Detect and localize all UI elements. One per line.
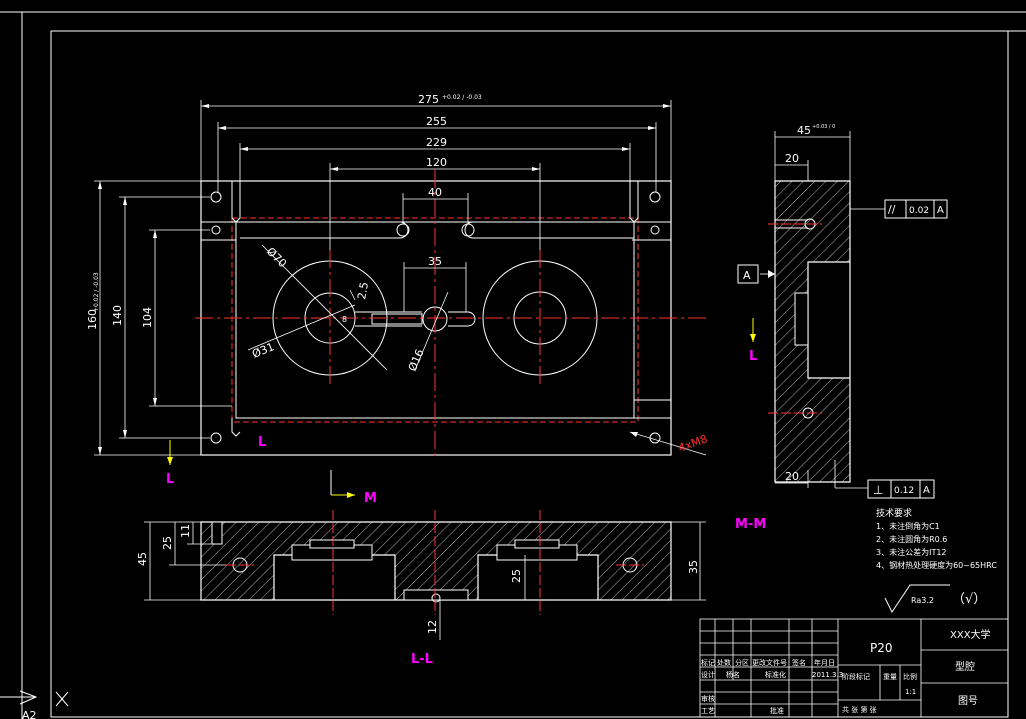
perp-value: 0.12 <box>894 486 914 496</box>
section-l-label: L <box>258 435 266 450</box>
dim-inner-width: 255 <box>426 115 447 128</box>
dim-rail-height: 104 <box>141 307 154 328</box>
tb-part-name: 型腔 <box>955 660 975 673</box>
tb-school: XXX大学 <box>950 628 991 641</box>
dim-inner-height: 140 <box>111 305 124 326</box>
parallel-datum: A <box>937 205 944 216</box>
side-dim-thickness: 45 <box>797 124 811 137</box>
dim-overall-width-tol: +0.02 / -0.03 <box>442 94 482 101</box>
roughness-symbol: Ra3.2 （√） <box>884 584 986 613</box>
side-dim-thickness-tol: +0.03 / 0 <box>812 124 835 130</box>
tb-label-stage: 阶段标记 <box>842 672 870 681</box>
front-section-view: 45 25 11 25 35 12 L-L <box>136 510 706 667</box>
tb-label-process: 工艺 <box>701 707 715 715</box>
section-m-label: M <box>364 491 377 506</box>
note-item-1: 1、未注倒角为C1 <box>876 521 940 531</box>
frame-corner-label: A2 <box>22 709 37 719</box>
dim-gate-width: 35 <box>428 255 442 268</box>
front-dim-45: 45 <box>136 552 149 566</box>
tb-label-zone: 分区 <box>735 658 749 667</box>
cad-drawing-canvas: A2 275 +0.02 / -0.03 255 229 120 40 35 1… <box>0 11 1026 719</box>
dim-slot-gap: 40 <box>428 186 442 199</box>
tb-scale-value: 1:1 <box>905 688 916 696</box>
front-dim-25: 25 <box>161 536 174 550</box>
corner-bosses <box>201 181 671 437</box>
dim-25: 2.5 <box>355 281 371 300</box>
tb-label-weight: 重量 <box>883 673 897 681</box>
runner <box>355 306 476 332</box>
front-dim-35: 35 <box>687 560 700 574</box>
datum-a-symbol: A <box>737 264 775 284</box>
side-view: 45 +0.03 / 0 20 20 A // 0.02 A ⊥ 0.12 A <box>735 124 948 532</box>
tb-label-design: 设计 <box>701 670 715 679</box>
side-section-body <box>774 180 851 483</box>
side-dim-top-20: 20 <box>785 152 799 165</box>
tb-label-change-doc: 更改文件号 <box>752 658 787 667</box>
tb-label-sign: 签名 <box>792 658 806 667</box>
front-section-body <box>200 521 672 601</box>
tb-material: P20 <box>870 641 893 655</box>
front-dim-25-inner: 25 <box>510 569 523 583</box>
perp-symbol: ⊥ <box>873 483 883 497</box>
front-dim-11: 11 <box>179 524 192 538</box>
section-m-marker: M <box>330 470 377 506</box>
dim-center-distance: 120 <box>426 156 447 169</box>
tb-label-review: 审核 <box>701 694 715 703</box>
roughness-check: （√） <box>952 592 986 607</box>
drawing-frame <box>0 11 1026 719</box>
dim-8: 8 <box>342 315 347 324</box>
top-slots <box>240 221 634 239</box>
dim-dia-16: Ø16 <box>406 347 427 373</box>
tb-label-marks: 标记 <box>701 658 715 667</box>
parallel-tolerance-frame: // 0.02 A <box>884 199 948 219</box>
dim-dia-70: Ø70 <box>264 245 289 270</box>
top-view: 275 +0.02 / -0.03 255 229 120 40 35 160 … <box>86 93 710 506</box>
note-item-4: 4、钢材热处理硬度为60~65HRC <box>876 560 997 570</box>
perpendicular-tolerance-frame: ⊥ 0.12 A <box>867 479 935 499</box>
side-dim-bottom-20: 20 <box>785 470 799 483</box>
dim-dia-31: Ø31 <box>250 340 276 361</box>
tb-label-scale: 比例 <box>903 672 917 681</box>
tb-label-count: 处数 <box>717 658 731 667</box>
perp-datum: A <box>923 485 930 496</box>
tb-drawing-no: 图号 <box>958 695 978 707</box>
dim-arrowheads <box>98 104 671 455</box>
center-lines <box>195 170 710 460</box>
note-item-3: 3、未注公差为IT12 <box>876 547 947 557</box>
tb-std-date: 2011.3.3 <box>812 671 843 679</box>
technical-notes: 技术要求 1、未注倒角为C1 2、未注圆角为R0.6 3、未注公差为IT12 4… <box>876 507 997 570</box>
datum-a-label: A <box>743 269 751 282</box>
tb-label-date: 年月日 <box>814 658 835 667</box>
section-mm-title: M-M <box>735 517 766 532</box>
notes-heading: 技术要求 <box>876 507 912 519</box>
roughness-value: Ra3.2 <box>911 596 934 605</box>
section-ll-title: L-L <box>411 652 433 667</box>
tb-label-standard: 标准化 <box>765 670 786 679</box>
tb-design-name: 杨名 <box>726 670 740 679</box>
dim-rail-width: 229 <box>426 136 447 149</box>
tb-label-approve: 批准 <box>770 706 784 715</box>
frame-arrow-icon <box>0 690 69 707</box>
dim-overall-height-tol: +0.02 / -0.03 <box>93 272 100 312</box>
parallel-symbol: // <box>888 203 896 216</box>
dim-overall-width: 275 <box>418 93 439 106</box>
note-item-2: 2、未注圆角为R0.6 <box>876 534 947 544</box>
side-section-l-label: L <box>749 349 757 364</box>
parallel-value: 0.02 <box>909 206 929 216</box>
front-dim-12: 12 <box>426 620 439 634</box>
tb-sheets: 共 张 第 张 <box>842 705 877 714</box>
section-l-arrow-label: L <box>166 472 174 487</box>
side-section-l-marker: L <box>749 318 757 364</box>
top-dim-lines <box>94 100 707 456</box>
